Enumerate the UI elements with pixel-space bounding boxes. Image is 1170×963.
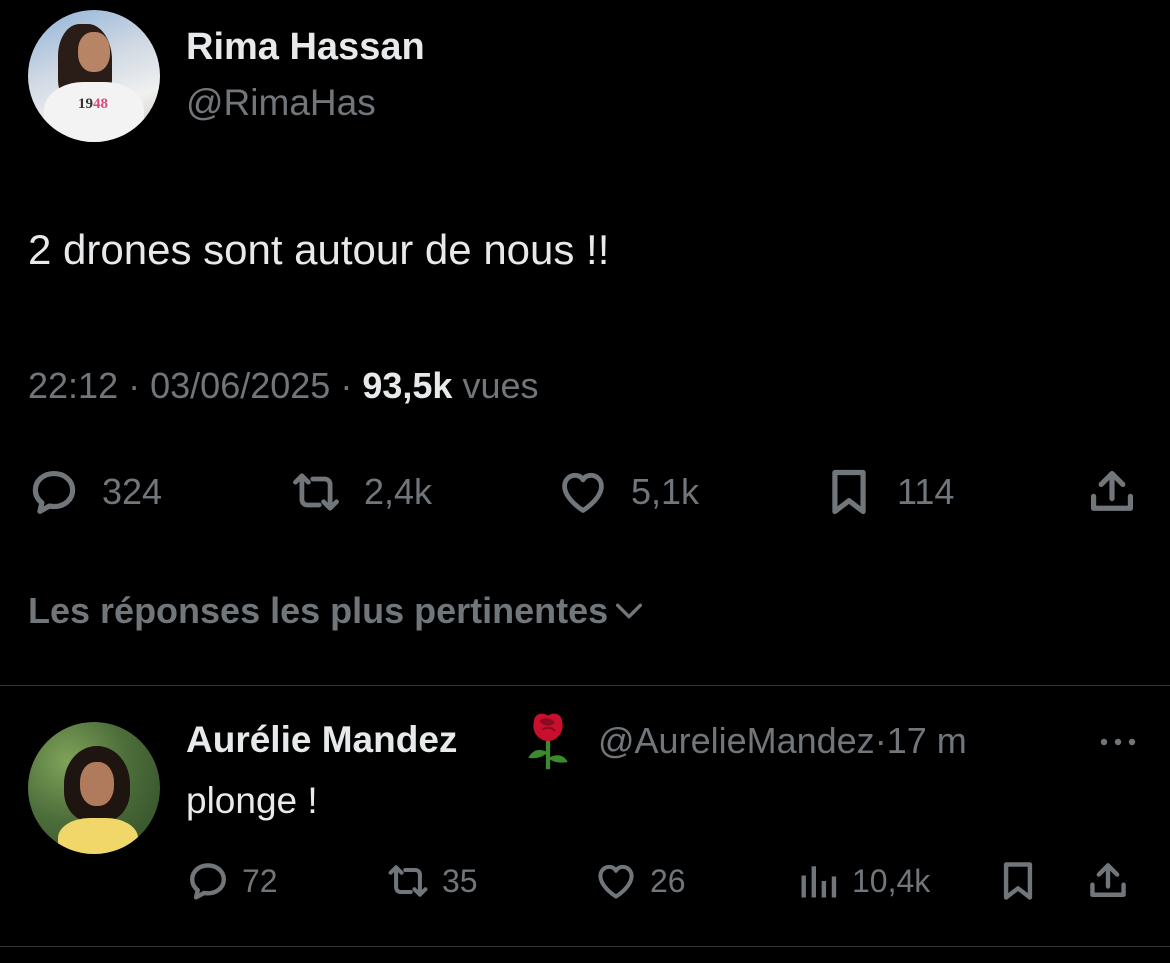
tweet-date[interactable]: 03/06/2025 <box>150 365 330 406</box>
share-icon <box>1090 470 1134 511</box>
bookmark-icon <box>832 469 866 515</box>
reply-icon <box>190 863 226 900</box>
views-label: vues <box>462 365 539 406</box>
rose-emoji-icon <box>528 713 568 770</box>
repost-icon <box>388 865 428 897</box>
repost-icon <box>293 473 339 511</box>
reply-icon <box>32 470 76 514</box>
divider <box>0 685 1170 686</box>
avatar-face <box>78 32 110 72</box>
reply-repost-button[interactable]: 35 <box>386 858 478 904</box>
share-button[interactable] <box>1086 464 1160 520</box>
author-avatar[interactable]: 1948 <box>28 10 160 142</box>
repost-button[interactable]: 2,4k <box>290 464 432 520</box>
author-handle[interactable]: @RimaHas <box>186 82 376 124</box>
reply-share-button[interactable] <box>1086 858 1142 904</box>
meta-separator: · <box>874 720 887 761</box>
analytics-icon <box>801 866 837 898</box>
meta-separator: · <box>128 365 141 406</box>
reply-meta: @AurelieMandez·17 m <box>598 720 967 762</box>
more-options-icon[interactable] <box>1096 722 1140 762</box>
reply-text: plonge ! <box>186 780 318 821</box>
reply-count: 324 <box>102 471 163 512</box>
reply-author-avatar[interactable] <box>28 722 160 854</box>
reply-reply-count: 72 <box>242 862 278 899</box>
like-button[interactable]: 5,1k <box>557 464 699 520</box>
reply-button[interactable]: 324 <box>28 464 162 520</box>
tweet-text: 2 drones sont autour de nous !! <box>28 226 610 273</box>
chevron-down-icon <box>616 603 643 619</box>
avatar-face <box>80 762 114 806</box>
reply-bookmark-button[interactable] <box>996 858 1052 904</box>
divider <box>0 946 1170 947</box>
tweet-time[interactable]: 22:12 <box>28 365 118 406</box>
reply-reply-button[interactable]: 72 <box>186 858 278 904</box>
bookmark-button[interactable]: 114 <box>823 464 954 520</box>
bookmark-count: 114 <box>897 471 955 512</box>
avatar-shirt-text: 1948 <box>78 96 108 112</box>
views-count[interactable]: 93,5k <box>362 365 452 406</box>
heart-icon <box>598 864 634 899</box>
reply-like-count: 26 <box>650 862 686 899</box>
tweet-meta: 22:12 · 03/06/2025 · 93,5k vues <box>28 365 539 407</box>
reply-author-name[interactable]: Aurélie Mandez <box>186 719 457 761</box>
replies-sort-label: Les réponses les plus pertinentes <box>28 590 609 631</box>
reply-views-button[interactable]: 10,4k <box>796 858 930 904</box>
heart-icon <box>562 472 604 513</box>
repost-count: 2,4k <box>364 471 433 512</box>
reply-views-count: 10,4k <box>852 862 931 899</box>
meta-separator: · <box>340 365 353 406</box>
bookmark-icon <box>1003 862 1033 900</box>
reply-repost-count: 35 <box>442 862 478 899</box>
avatar-clothing <box>58 818 138 854</box>
reply-like-button[interactable]: 26 <box>594 858 686 904</box>
replies-sort-dropdown[interactable]: Les réponses les plus pertinentes <box>28 590 646 632</box>
reply-time[interactable]: 17 m <box>887 720 967 761</box>
reply-author-handle[interactable]: @AurelieMandez <box>598 720 875 761</box>
like-count: 5,1k <box>631 471 700 512</box>
share-icon <box>1090 863 1126 897</box>
author-name[interactable]: Rima Hassan <box>186 26 425 69</box>
